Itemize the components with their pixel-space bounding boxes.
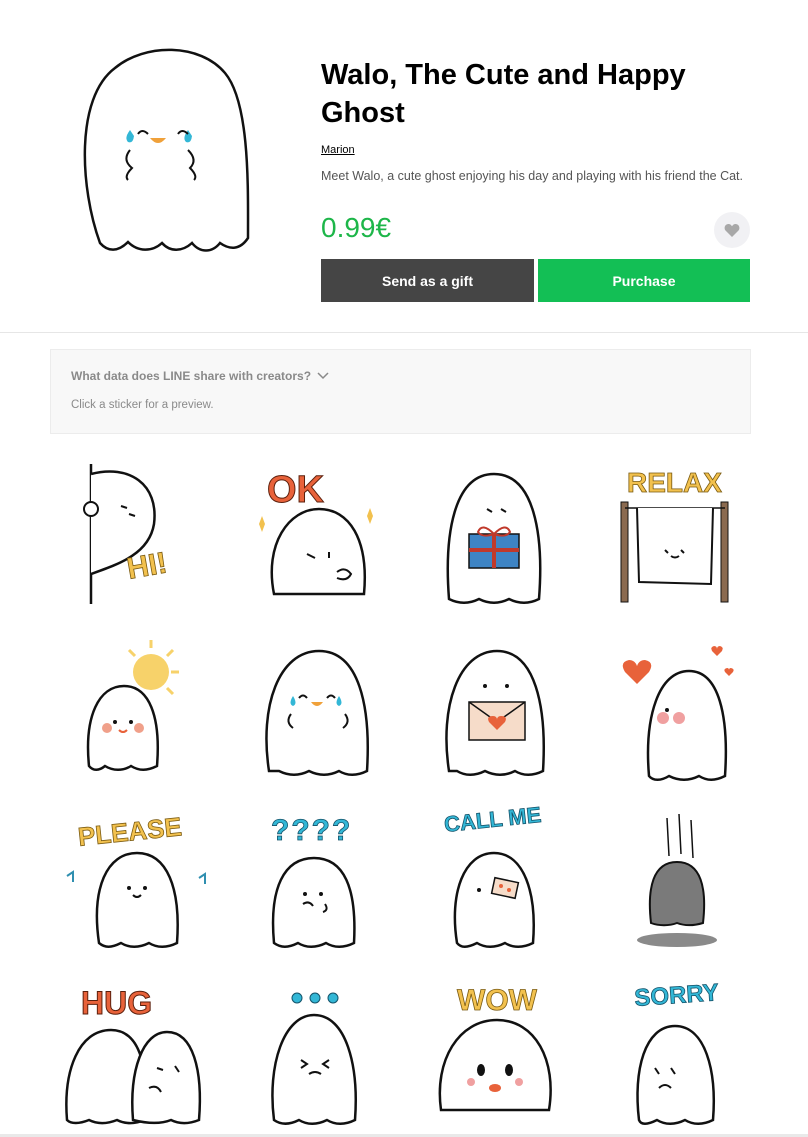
creator-data-question: What data does LINE share with creators? (71, 369, 312, 383)
sticker-14[interactable] (224, 964, 404, 1136)
price-label: 0.99€ (321, 212, 392, 243)
sticker-3[interactable] (404, 448, 584, 620)
product-header: Walo, The Cute and Happy Ghost Marion Me… (0, 0, 808, 333)
sticker-12[interactable] (584, 792, 764, 964)
ghost-sun-icon (86, 640, 179, 771)
sticker-15[interactable]: WOW (404, 964, 584, 1136)
ghost-gift-box-icon (446, 472, 542, 604)
sticker-16-caption: SORRY (634, 979, 720, 1012)
ghost-peeking-hi-icon: HI! (83, 464, 170, 604)
purchase-button[interactable]: Purchase (538, 259, 750, 302)
ghost-happy-tears-icon (265, 649, 369, 776)
sticker-10-caption: ???? (271, 814, 352, 847)
sticker-2[interactable]: OK (224, 448, 404, 620)
ghost-falling-gray-icon (637, 813, 717, 947)
sticker-13-caption: HUG (81, 985, 152, 1021)
author-link[interactable]: Marion (321, 144, 355, 156)
ghost-ok-icon: OK (259, 469, 373, 596)
sticker-13[interactable]: HUG (44, 964, 224, 1136)
ghost-hearts-blush-icon (622, 646, 734, 781)
main-sticker-ghost-image (83, 48, 250, 252)
chevron-down-icon (317, 372, 329, 380)
ghost-hug-icon: HUG (65, 985, 202, 1125)
sticker-16[interactable]: SORRY (584, 964, 764, 1136)
send-as-gift-button[interactable]: Send as a gift (321, 259, 534, 302)
sticker-pack-description: Meet Walo, a cute ghost enjoying his day… (321, 169, 743, 183)
sticker-10[interactable]: ???? (224, 792, 404, 964)
sticker-9[interactable]: PLEASE (44, 792, 224, 964)
ghost-sorry-icon: SORRY (633, 979, 720, 1125)
creator-data-toggle[interactable]: What data does LINE share with creators? (71, 369, 329, 383)
preview-hint: Click a sticker for a preview. (71, 399, 214, 411)
sticker-pack-title: Walo, The Cute and Happy Ghost (321, 59, 686, 129)
sticker-8[interactable] (584, 620, 764, 792)
sticker-11[interactable]: CALL ME (404, 792, 584, 964)
ghost-dots-icon (271, 992, 357, 1125)
sticker-grid: HI! OK RELAX PLEASE ???? CALL ME HUG WOW… (44, 448, 764, 1137)
sticker-4[interactable]: RELAX (584, 448, 764, 620)
ghost-please-icon: PLEASE (66, 811, 206, 948)
ghost-love-letter-icon (445, 649, 545, 776)
sticker-6[interactable] (224, 620, 404, 792)
sticker-5[interactable] (44, 620, 224, 792)
creator-data-info-box: What data does LINE share with creators?… (50, 349, 751, 434)
favorite-button[interactable] (714, 212, 750, 248)
sticker-9-caption: PLEASE (76, 811, 183, 852)
sticker-4-caption: RELAX (627, 467, 722, 498)
sticker-1-caption: HI! (124, 546, 169, 585)
sticker-2-caption: OK (267, 469, 325, 511)
heart-icon (724, 223, 740, 237)
ghost-wow-icon: WOW (438, 984, 552, 1112)
sticker-11-caption: CALL ME (443, 802, 542, 837)
ghost-relax-hanging-icon: RELAX (620, 467, 729, 603)
sticker-15-caption: WOW (457, 984, 538, 1017)
ghost-call-me-icon: CALL ME (443, 802, 543, 948)
ghost-confused-icon: ???? (271, 814, 356, 948)
sticker-7[interactable] (404, 620, 584, 792)
sticker-1[interactable]: HI! (44, 448, 224, 620)
